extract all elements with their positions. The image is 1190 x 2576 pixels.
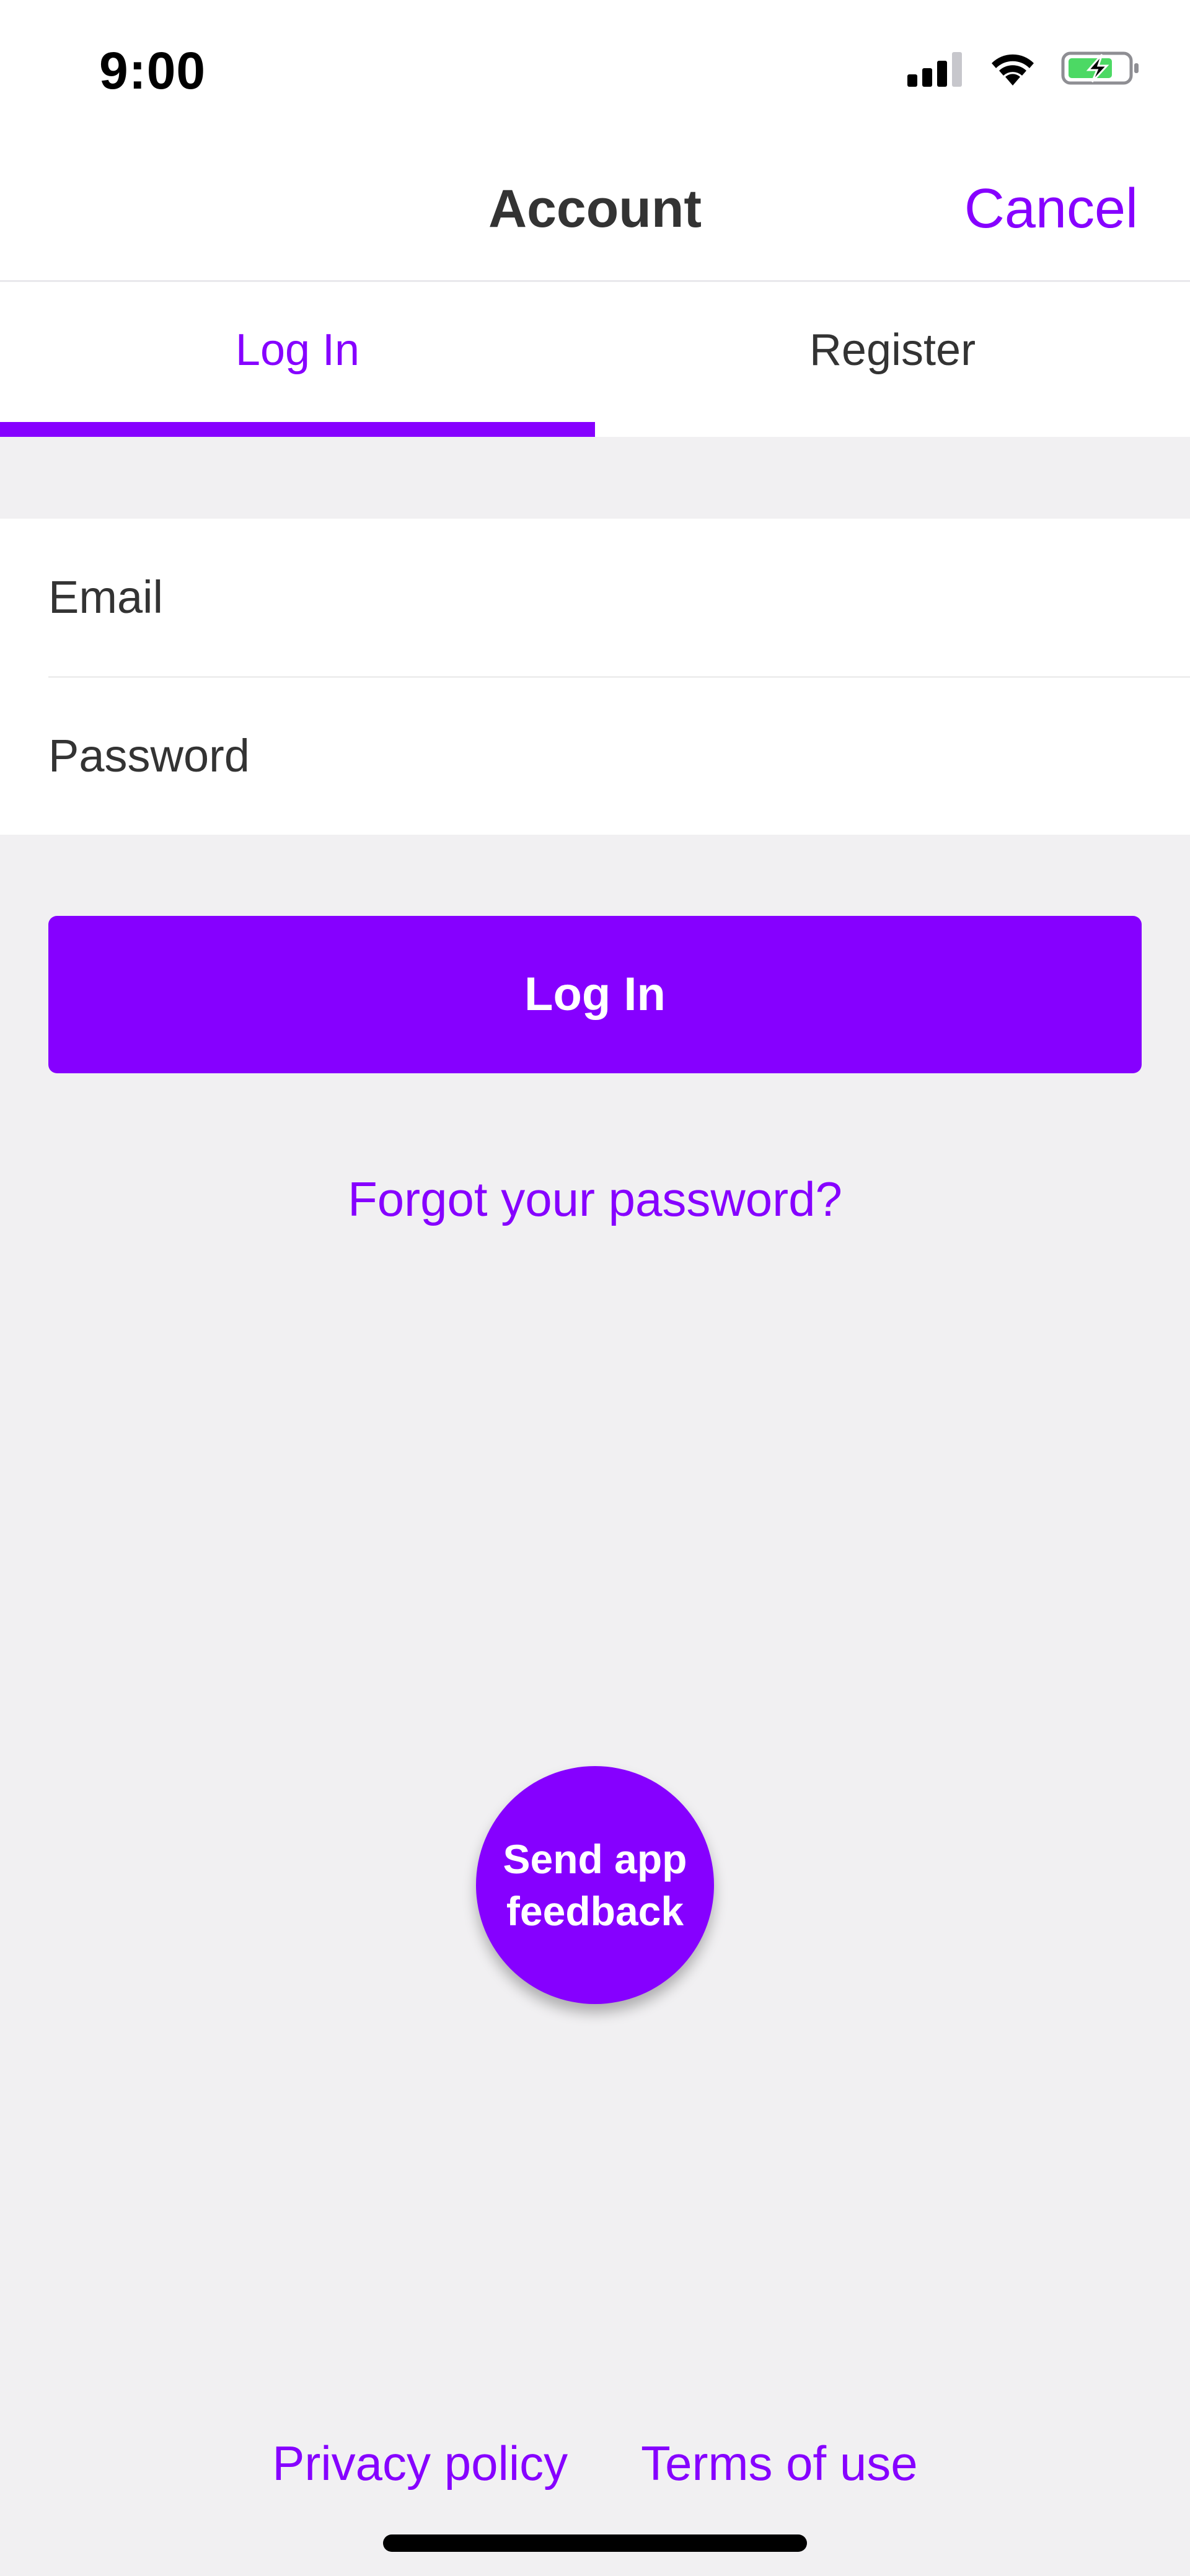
forgot-password-label[interactable]: Forgot your password? xyxy=(348,1172,842,1226)
email-placeholder: Email xyxy=(48,571,164,623)
log-in-button[interactable]: Log In xyxy=(48,916,1142,1073)
forgot-password-link: Forgot your password? xyxy=(0,1171,1190,1228)
status-bar: 9:00 xyxy=(0,0,1190,143)
feedback-label-line-2: feedback xyxy=(506,1888,684,1934)
feedback-label-line-1: Send app xyxy=(503,1836,687,1882)
password-field[interactable]: Password xyxy=(48,677,1190,835)
status-time: 9:00 xyxy=(99,42,206,100)
login-form: Email Password xyxy=(0,519,1190,835)
account-screen: 9:00 Account Cancel Log In Register Emai… xyxy=(0,0,1190,2576)
active-tab-indicator xyxy=(0,422,595,437)
cancel-button[interactable]: Cancel xyxy=(964,177,1138,241)
tab-register-label: Register xyxy=(809,325,976,375)
status-icons xyxy=(907,50,1140,87)
terms-of-use-link[interactable]: Terms of use xyxy=(641,2435,917,2492)
privacy-policy-link[interactable]: Privacy policy xyxy=(272,2435,568,2492)
battery-charging-icon xyxy=(1061,51,1139,85)
feedback-label: Send app feedback xyxy=(503,1833,687,1937)
footer-links: Privacy policy Terms of use xyxy=(0,2435,1190,2492)
home-indicator[interactable] xyxy=(383,2534,807,2552)
cellular-signal-icon xyxy=(907,52,962,87)
tab-log-in[interactable]: Log In xyxy=(0,282,595,437)
tab-register[interactable]: Register xyxy=(595,282,1190,437)
account-tabs: Log In Register xyxy=(0,282,1190,437)
email-field[interactable]: Email xyxy=(48,519,1190,678)
navigation-bar: Account Cancel xyxy=(0,143,1190,282)
password-placeholder: Password xyxy=(48,730,250,781)
tab-log-in-label: Log In xyxy=(235,325,360,375)
send-feedback-button[interactable]: Send app feedback xyxy=(476,1766,714,2004)
wifi-icon xyxy=(992,54,1034,86)
